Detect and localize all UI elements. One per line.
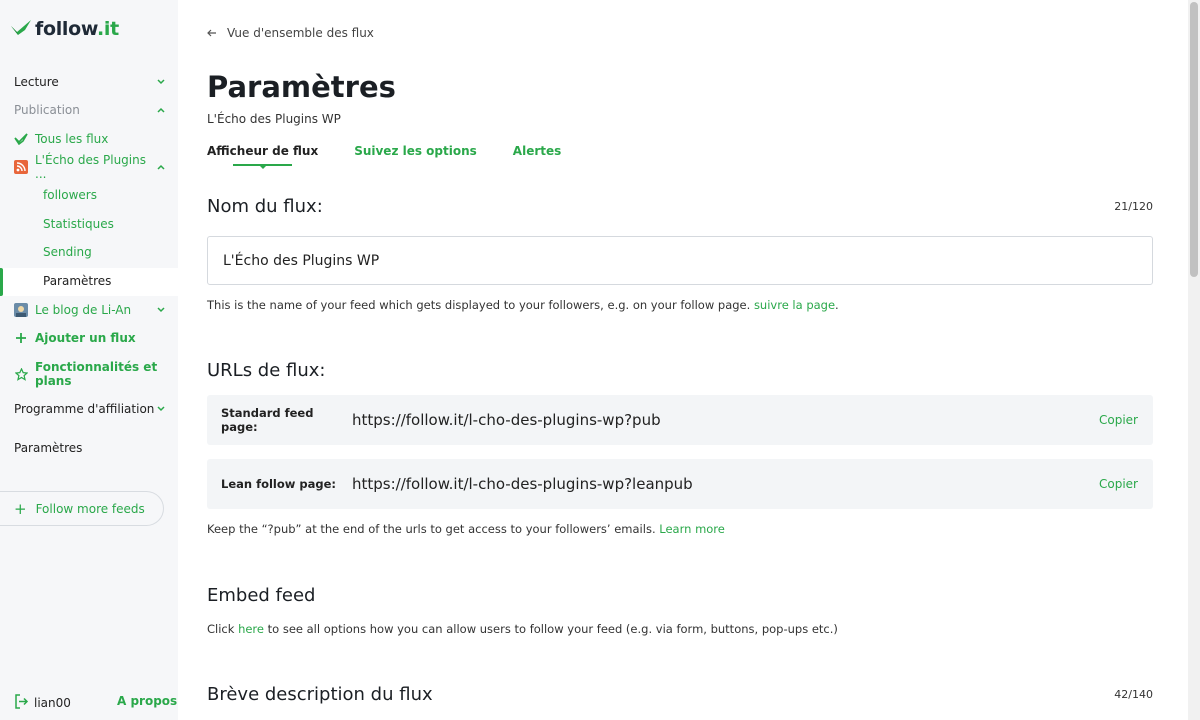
scrollbar[interactable] xyxy=(1188,0,1200,720)
tabs: Afficheur de flux Suivez les options Ale… xyxy=(207,144,561,169)
about-link[interactable]: A propos xyxy=(117,694,177,708)
star-icon xyxy=(14,367,28,381)
back-link[interactable]: Vue d'ensemble des flux xyxy=(207,26,374,40)
feeds-icon xyxy=(14,132,28,146)
sidebar-sub-statistics[interactable]: Statistiques xyxy=(43,215,114,233)
copy-button[interactable]: Copier xyxy=(1099,477,1153,491)
url-row-standard: Standard feed page: https://follow.it/l-… xyxy=(207,395,1153,445)
feed-name-title: Nom du flux: xyxy=(207,196,323,217)
urls-help: Keep the “?pub” at the end of the urls t… xyxy=(207,522,725,536)
follow-page-link[interactable]: suivre la page xyxy=(754,298,835,312)
sidebar-sub-followers[interactable]: followers xyxy=(43,186,97,204)
url-value: https://follow.it/l-cho-des-plugins-wp?p… xyxy=(352,411,661,429)
rss-icon xyxy=(14,160,28,174)
chevron-down-icon xyxy=(156,404,166,414)
username: lian00 xyxy=(34,696,71,710)
sidebar-item-features[interactable]: Fonctionnalités et plans xyxy=(14,359,166,389)
url-label: Lean follow page: xyxy=(221,477,337,491)
sidebar-item-label: L'Écho des Plugins ... xyxy=(35,153,146,181)
follow-more-feeds-button[interactable]: + Follow more feeds xyxy=(0,491,164,526)
scrollbar-thumb[interactable] xyxy=(1190,2,1198,277)
url-label: Standard feed page: xyxy=(221,406,314,434)
sidebar: follow.it Lecture Publication Tous les f… xyxy=(0,0,178,720)
sidebar-item-blog[interactable]: Le blog de Li-An xyxy=(14,300,166,320)
back-link-label: Vue d'ensemble des flux xyxy=(227,26,374,40)
logo[interactable]: follow.it xyxy=(10,18,119,40)
learn-more-link[interactable]: Learn more xyxy=(659,522,725,536)
arrow-left-icon xyxy=(207,26,217,40)
sidebar-sub-sending[interactable]: Sending xyxy=(43,243,92,261)
sidebar-sub-settings[interactable]: Paramètres xyxy=(43,272,111,290)
sidebar-item-add-feed[interactable]: Ajouter un flux xyxy=(14,328,166,348)
logo-text: follow.it xyxy=(35,18,119,40)
chevron-up-icon xyxy=(156,162,166,172)
chevron-up-icon xyxy=(156,105,166,115)
sidebar-item-lecture[interactable]: Lecture xyxy=(14,72,166,92)
embed-help: Click here to see all options how you ca… xyxy=(207,622,838,636)
blog-avatar-icon xyxy=(14,303,28,317)
sidebar-item-label: Tous les flux xyxy=(35,132,109,146)
logout-user[interactable]: lian00 xyxy=(14,694,71,712)
plus-icon xyxy=(14,331,28,345)
tab-alerts[interactable]: Alertes xyxy=(513,144,561,158)
active-indicator xyxy=(0,268,3,296)
sidebar-item-label: Le blog de Li-An xyxy=(35,303,132,317)
url-row-lean: Lean follow page: https://follow.it/l-ch… xyxy=(207,459,1153,509)
sidebar-item-affiliate[interactable]: Programme d'affiliation xyxy=(14,399,166,419)
logout-icon xyxy=(14,694,29,712)
page-subtitle: L'Écho des Plugins WP xyxy=(207,112,341,126)
feed-name-input[interactable]: L'Écho des Plugins WP xyxy=(207,236,1153,285)
chevron-down-icon xyxy=(156,77,166,87)
feed-urls-title: URLs de flux: xyxy=(207,360,326,381)
feed-name-help: This is the name of your feed which gets… xyxy=(207,298,839,312)
sidebar-item-label: Lecture xyxy=(14,75,59,89)
copy-button[interactable]: Copier xyxy=(1099,413,1153,427)
tab-follow-options[interactable]: Suivez les options xyxy=(354,144,477,158)
chevron-down-icon xyxy=(156,305,166,315)
embed-feed-title: Embed feed xyxy=(207,585,316,606)
sidebar-item-label: Paramètres xyxy=(14,441,83,455)
sidebar-item-all-feeds[interactable]: Tous les flux xyxy=(14,129,166,149)
feed-name-counter: 21/120 xyxy=(1114,200,1153,213)
page-title: Paramètres xyxy=(207,70,396,104)
sidebar-item-label: Fonctionnalités et plans xyxy=(35,360,158,388)
follow-more-label: Follow more feeds xyxy=(35,501,145,516)
here-link[interactable]: here xyxy=(238,622,264,636)
tab-feed-display[interactable]: Afficheur de flux xyxy=(207,144,318,169)
sidebar-item-label: Programme d'affiliation xyxy=(14,402,155,416)
sidebar-item-label: Ajouter un flux xyxy=(35,331,136,345)
logo-icon xyxy=(10,18,32,40)
sidebar-item-publication[interactable]: Publication xyxy=(14,100,166,120)
description-title: Brève description du flux xyxy=(207,684,433,705)
sidebar-item-label: Publication xyxy=(14,103,80,117)
plus-icon: + xyxy=(14,499,27,518)
sidebar-item-feed[interactable]: L'Écho des Plugins ... xyxy=(14,153,166,181)
sidebar-item-settings[interactable]: Paramètres xyxy=(14,438,166,458)
description-counter: 42/140 xyxy=(1114,688,1153,701)
url-value: https://follow.it/l-cho-des-plugins-wp?l… xyxy=(352,475,693,493)
